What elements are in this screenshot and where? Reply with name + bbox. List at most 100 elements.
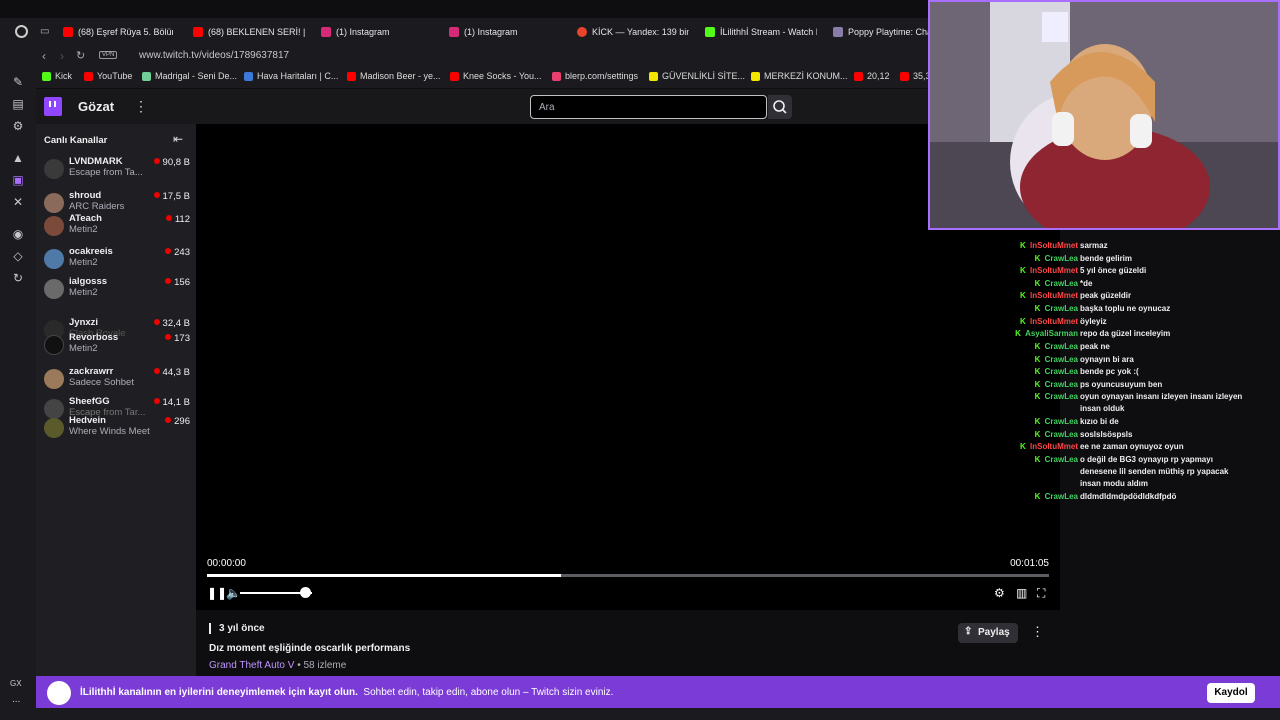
chat-username[interactable]: CrawLea xyxy=(1045,354,1078,367)
chat-username[interactable]: CrawLea xyxy=(1045,491,1078,504)
chat-username[interactable]: lnSoltuMmet xyxy=(1030,441,1078,454)
twitch-top-nav: Gözat ⋮ Ara xyxy=(36,89,1060,124)
kick-badge-icon: K xyxy=(1034,430,1041,439)
chat-username[interactable]: CrawLea xyxy=(1045,341,1078,354)
instagram-icon xyxy=(449,27,459,37)
bookmark-item[interactable]: MERKEZİ KONUM... xyxy=(751,71,848,81)
workspaces-icon[interactable]: ▭ xyxy=(40,26,49,37)
tab-6[interactable]: İLilithhİ Stream - Watch L xyxy=(705,24,817,40)
ai-icon[interactable]: ✎ xyxy=(10,74,26,90)
more-options-icon[interactable]: ⋮ xyxy=(1031,624,1044,640)
volume-knob[interactable] xyxy=(299,587,311,598)
volume-icon[interactable]: 🔈 xyxy=(226,586,241,600)
search-button[interactable] xyxy=(768,95,792,119)
chat-username[interactable]: lnSoltuMmet xyxy=(1030,290,1078,303)
chat-text: o değil de BG3 oynayıp rp yapmayı xyxy=(1080,455,1213,464)
tab-2[interactable]: (68) BEKLENEN SERİ! | P xyxy=(193,24,305,40)
chat-username[interactable]: CrawLea xyxy=(1045,454,1078,467)
kick-sidebar-icon[interactable]: ▲ xyxy=(10,150,26,166)
bookmark-item[interactable]: Kick xyxy=(42,71,72,81)
chat-username[interactable]: lnSoltuMmet xyxy=(1030,265,1078,278)
more-icon[interactable]: ... xyxy=(12,694,20,705)
sidebar-channel[interactable]: Revorboss Metin2 173 xyxy=(44,332,190,358)
bookmark-item[interactable]: 35,3 xyxy=(900,71,931,81)
chat-text: insan olduk xyxy=(1080,404,1125,413)
bookmark-item[interactable]: Hava Haritaları | C... xyxy=(244,71,338,81)
viewer-count: 90,8 B xyxy=(154,157,190,168)
chat-username[interactable]: CrawLea xyxy=(1045,429,1078,442)
x-icon[interactable]: ✕ xyxy=(10,194,26,210)
opera-logo-icon[interactable] xyxy=(15,25,28,38)
player-icon[interactable]: ◉ xyxy=(10,226,26,242)
gx-label[interactable]: GX xyxy=(10,679,22,688)
game-link[interactable]: Grand Theft Auto V xyxy=(209,660,294,671)
url-field[interactable]: www.twitch.tv/videos/1789637817 xyxy=(139,50,289,61)
chat-username[interactable]: CrawLea xyxy=(1045,416,1078,429)
sidebar-channel[interactable]: LVNDMARK Escape from Ta... 90,8 B xyxy=(44,156,190,182)
settings-icon[interactable]: ⚙ xyxy=(994,586,1005,600)
chat-username[interactable]: CrawLea xyxy=(1045,278,1078,291)
more-menu-icon[interactable]: ⋮ xyxy=(134,98,148,115)
collapse-sidebar-icon[interactable]: ⇤ xyxy=(173,132,183,146)
share-label: Paylaş xyxy=(978,627,1010,638)
pause-button[interactable]: ❚❚ xyxy=(207,586,227,600)
video-meta: Grand Theft Auto V • 58 izleme xyxy=(209,660,346,671)
site-icon xyxy=(751,71,760,81)
tab-4[interactable]: (1) Instagram xyxy=(449,24,559,40)
kick-badge-icon: K xyxy=(1034,455,1041,464)
tab-label: İLilithhİ Stream - Watch L xyxy=(720,27,817,37)
bookmark-item[interactable]: YouTube xyxy=(84,71,132,81)
docs-icon xyxy=(142,71,151,81)
bookmark-item[interactable]: blerp.com/settings xyxy=(552,71,638,81)
avatar xyxy=(44,369,64,389)
sidebar-channel[interactable]: Hedvein Where Winds Meet 296 xyxy=(44,415,190,441)
seek-bar-progress xyxy=(207,574,561,577)
bookmark-item[interactable]: GÜVENLİKLİ SİTE... xyxy=(649,71,745,81)
channel-game: Where Winds Meet xyxy=(69,426,150,437)
twitch-logo-icon[interactable] xyxy=(44,97,62,116)
search-input[interactable]: Ara xyxy=(530,95,767,119)
bookmark-item[interactable]: 20,12 xyxy=(854,71,890,81)
chat-username[interactable]: lnSoltuMmet xyxy=(1030,240,1078,253)
video-info: 3 yıl önce Dız moment eşliğinde oscarlık… xyxy=(196,610,1060,676)
kick-badge-icon: K xyxy=(1034,342,1041,351)
chat-text: sarmaz xyxy=(1080,241,1108,250)
browse-link[interactable]: Gözat xyxy=(78,99,114,114)
twitch-sidebar-icon[interactable]: ▣ xyxy=(10,172,26,188)
sidebar-channel[interactable]: ocakreeis Metin2 243 xyxy=(44,246,190,272)
fullscreen-icon[interactable]: ⛶ xyxy=(1037,586,1045,601)
gx-corner-icon[interactable]: ⚙ xyxy=(10,118,26,134)
sidebar-channel[interactable]: zackrawrr Sadece Sohbet 44,3 B xyxy=(44,366,190,392)
chat-text: başka toplu ne oynucaz xyxy=(1080,304,1171,313)
bookmark-item[interactable]: Knee Socks - You... xyxy=(450,71,542,81)
chat-username[interactable]: CrawLea xyxy=(1045,379,1078,392)
tab-7[interactable]: Poppy Playtime: Cha xyxy=(833,24,930,40)
reload-icon[interactable]: ↻ xyxy=(76,49,85,62)
chat-username[interactable]: CrawLea xyxy=(1045,253,1078,266)
theatre-mode-icon[interactable]: ▥ xyxy=(1016,586,1027,600)
tab-5[interactable]: KİCK — Yandex: 139 bin xyxy=(577,24,689,40)
sidebar-channel[interactable]: ialgosss Metin2 156 xyxy=(44,276,190,302)
history-icon[interactable]: ↻ xyxy=(10,270,26,286)
bookmark-icon[interactable]: ◇ xyxy=(10,248,26,264)
back-icon[interactable]: ‹ xyxy=(42,49,46,63)
bookmark-item[interactable]: Madison Beer - ye... xyxy=(347,71,441,81)
sidebar-channel[interactable]: ATeach Metin2 112 xyxy=(44,213,190,239)
vpn-badge[interactable]: VPN xyxy=(99,51,118,59)
chat-text: *de xyxy=(1080,279,1093,288)
forward-icon[interactable]: › xyxy=(60,49,64,63)
gx-control-icon[interactable]: ▤ xyxy=(10,96,26,112)
chat-username[interactable]: CrawLea xyxy=(1045,366,1078,379)
tab-3[interactable]: (1) Instagram xyxy=(321,24,431,40)
share-button[interactable]: ⇪ Paylaş xyxy=(958,623,1018,643)
chat-username[interactable]: lnSoltuMmet xyxy=(1030,316,1078,329)
avatar xyxy=(44,159,64,179)
signup-button[interactable]: Kaydol xyxy=(1207,683,1255,703)
chat-username[interactable]: AsyaliSarman xyxy=(1025,328,1078,341)
chat-username[interactable]: CrawLea xyxy=(1045,303,1078,316)
tab-1[interactable]: (68) Eşref Rüya 5. Bölüm xyxy=(63,24,173,40)
seek-bar[interactable] xyxy=(207,574,1049,577)
avatar xyxy=(44,249,64,269)
chat-username[interactable]: CrawLea xyxy=(1045,391,1078,404)
bookmark-item[interactable]: Madrigal - Seni De... xyxy=(142,71,237,81)
